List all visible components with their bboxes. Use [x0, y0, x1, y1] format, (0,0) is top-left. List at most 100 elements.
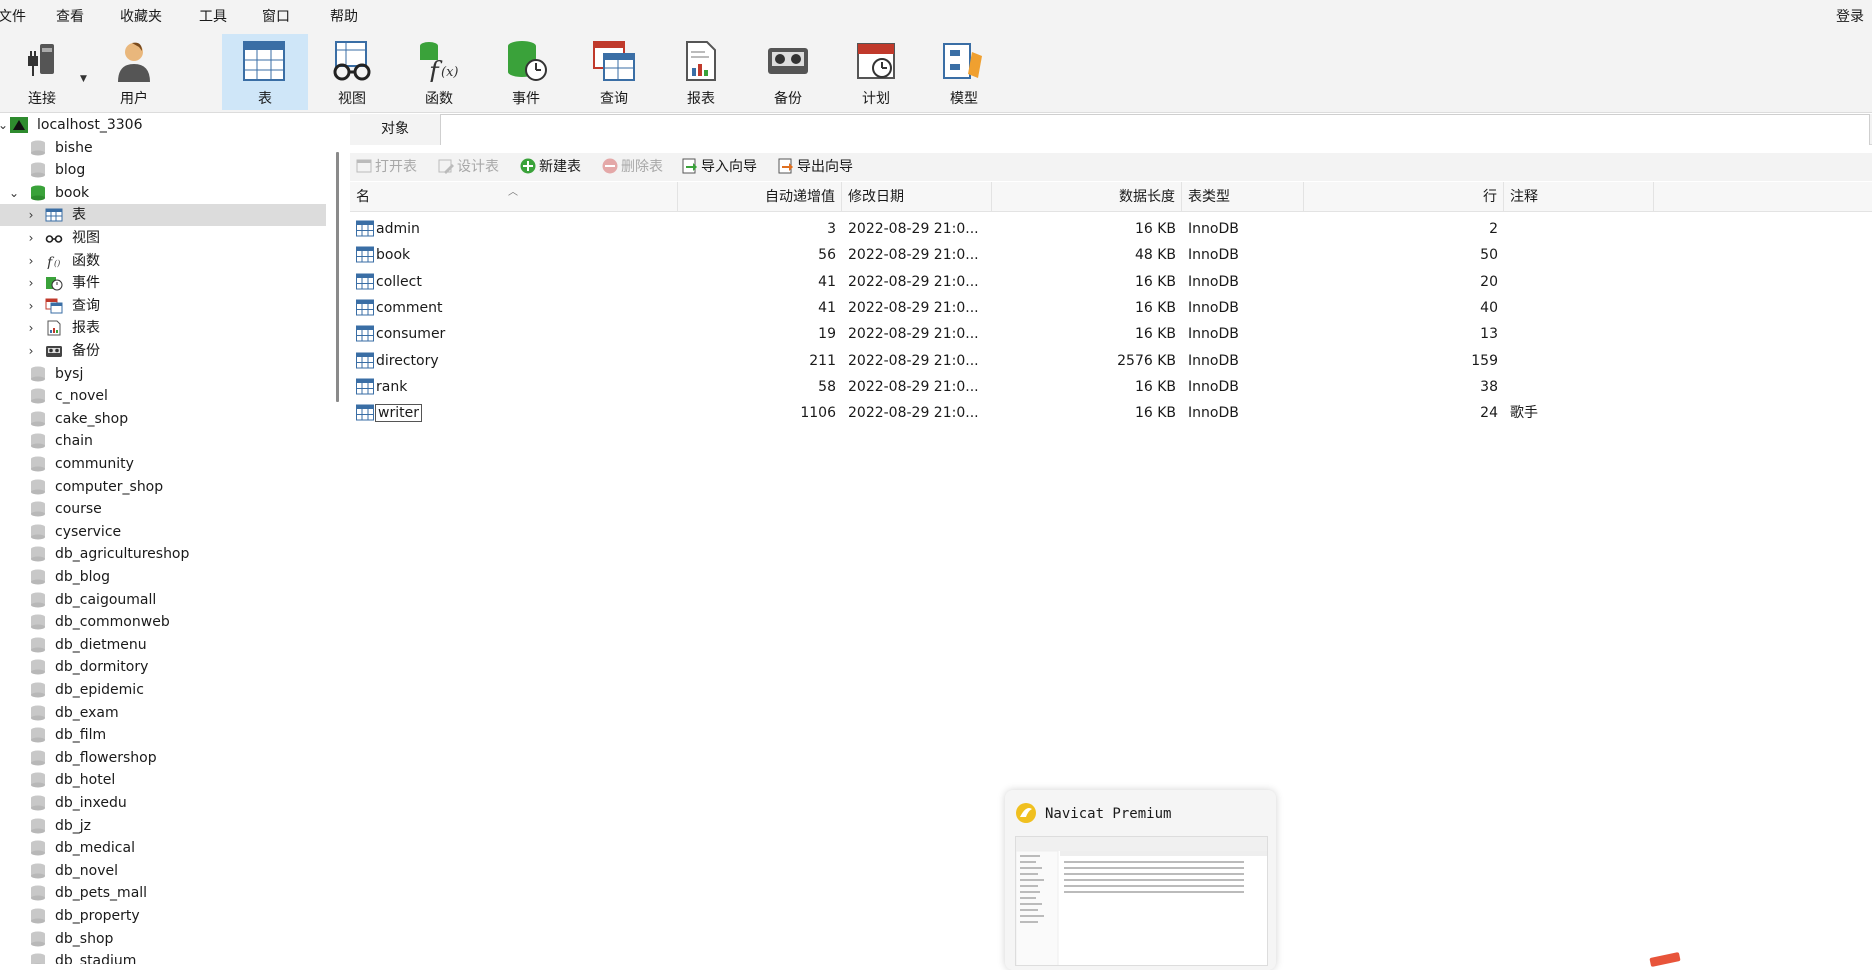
- tree-database[interactable]: blog: [0, 159, 326, 181]
- table-row[interactable]: consumer 19 2022-08-29 21:0... 16 KB InnoDB 1…: [350, 321, 1872, 347]
- cell-name[interactable]: collect: [350, 269, 678, 295]
- menu-view[interactable]: 查看: [56, 6, 84, 26]
- menu-tools[interactable]: 工具: [199, 6, 227, 26]
- tree-object-group[interactable]: › 查询: [0, 295, 326, 317]
- tree-database[interactable]: db_caigoumall: [0, 589, 326, 611]
- tree-database[interactable]: db_film: [0, 724, 326, 746]
- tree-database[interactable]: course: [0, 498, 326, 520]
- sidebar-scrollbar[interactable]: [336, 152, 339, 402]
- toolbar-connect-button[interactable]: ▼ 连接: [0, 34, 87, 110]
- tree-database[interactable]: computer_shop: [0, 476, 326, 498]
- menu-help[interactable]: 帮助: [330, 6, 358, 26]
- chevron-right-icon[interactable]: ›: [24, 250, 38, 272]
- tree-object-group[interactable]: › 备份: [0, 340, 326, 362]
- tree-database[interactable]: chain: [0, 430, 326, 452]
- menu-file[interactable]: 文件: [0, 6, 26, 26]
- cell-name[interactable]: rank: [350, 374, 678, 400]
- menu-window[interactable]: 窗口: [262, 6, 290, 26]
- new-table-button[interactable]: 新建表: [520, 156, 581, 178]
- cell-name[interactable]: directory: [350, 348, 678, 374]
- tree-database[interactable]: db_agricultureshop: [0, 543, 326, 565]
- col-comment[interactable]: 注释: [1504, 182, 1654, 212]
- tree-database[interactable]: db_stadium: [0, 950, 326, 964]
- chevron-down-icon[interactable]: ⌄: [7, 182, 21, 204]
- tree-database[interactable]: db_hotel: [0, 769, 326, 791]
- col-data-length[interactable]: 数据长度: [992, 182, 1182, 212]
- toolbar-model-button[interactable]: 模型: [922, 34, 1006, 110]
- table-row[interactable]: admin 3 2022-08-29 21:0... 16 KB InnoDB 2: [350, 216, 1872, 242]
- chevron-down-icon[interactable]: ▼: [80, 74, 87, 84]
- tree-database[interactable]: db_commonweb: [0, 611, 326, 633]
- tree-database[interactable]: db_inxedu: [0, 792, 326, 814]
- tree-object-group[interactable]: › 视图: [0, 227, 326, 249]
- chevron-down-icon[interactable]: ⌄: [0, 114, 10, 136]
- tree-database[interactable]: db_pets_mall: [0, 882, 326, 904]
- table-row[interactable]: writer 1106 2022-08-29 21:0... 16 KB InnoDB 2…: [350, 400, 1872, 426]
- chevron-right-icon[interactable]: ›: [24, 340, 38, 362]
- cell-name[interactable]: admin: [350, 216, 678, 242]
- tree-database[interactable]: db_jz: [0, 815, 326, 837]
- table-row[interactable]: collect 41 2022-08-29 21:0... 16 KB InnoDB 20: [350, 269, 1872, 295]
- import-wizard-button[interactable]: 导入向导: [682, 156, 757, 178]
- chevron-right-icon[interactable]: ›: [24, 272, 38, 294]
- delete-table-button[interactable]: 删除表: [602, 156, 663, 178]
- export-wizard-button[interactable]: 导出向导: [778, 156, 853, 178]
- toolbar-report-button[interactable]: 报表: [659, 34, 743, 110]
- window-thumbnail[interactable]: [1015, 836, 1268, 966]
- tree-database[interactable]: db_shop: [0, 928, 326, 950]
- chevron-right-icon[interactable]: ›: [24, 204, 38, 226]
- toolbar-user-button[interactable]: 用户: [92, 34, 176, 110]
- tree-database[interactable]: cake_shop: [0, 408, 326, 430]
- tree-object-group[interactable]: › 表: [0, 204, 326, 226]
- tree-object-group[interactable]: › 报表: [0, 317, 326, 339]
- tree-database[interactable]: db_flowershop: [0, 747, 326, 769]
- tree-database[interactable]: db_dormitory: [0, 656, 326, 678]
- toolbar-event-button[interactable]: 事件: [484, 34, 568, 110]
- tree-database[interactable]: community: [0, 453, 326, 475]
- table-row[interactable]: rank 58 2022-08-29 21:0... 16 KB InnoDB 38: [350, 374, 1872, 400]
- toolbar-backup-button[interactable]: 备份: [746, 34, 830, 110]
- col-modified-date[interactable]: 修改日期: [842, 182, 992, 212]
- toolbar-view-button[interactable]: 视图: [310, 34, 394, 110]
- col-table-type[interactable]: 表类型: [1182, 182, 1304, 212]
- tree-database[interactable]: db_property: [0, 905, 326, 927]
- tree-database[interactable]: bishe: [0, 137, 326, 159]
- tree-database[interactable]: db_dietmenu: [0, 634, 326, 656]
- tree-database[interactable]: db_novel: [0, 860, 326, 882]
- tree-database[interactable]: bysj: [0, 363, 326, 385]
- table-row[interactable]: directory 211 2022-08-29 21:0... 2576 KB Inn…: [350, 348, 1872, 374]
- tree-object-group[interactable]: › f() 函数: [0, 250, 326, 272]
- cell-name[interactable]: book: [350, 242, 678, 268]
- chevron-right-icon[interactable]: ›: [24, 317, 38, 339]
- toolbar-function-button[interactable]: f (x) 函数: [397, 34, 481, 110]
- toolbar-table-button[interactable]: 表: [222, 34, 308, 110]
- tree-database[interactable]: db_epidemic: [0, 679, 326, 701]
- cell-name[interactable]: comment: [350, 295, 678, 321]
- login-button[interactable]: 登录: [1836, 6, 1864, 26]
- design-table-button[interactable]: 设计表: [438, 156, 499, 178]
- toolbar-schedule-button[interactable]: 计划: [834, 34, 918, 110]
- tree-database[interactable]: c_novel: [0, 385, 326, 407]
- tree-object-group-label: 备份: [72, 343, 100, 359]
- open-table-button[interactable]: 打开表: [356, 156, 417, 178]
- col-name[interactable]: 名 ︿: [350, 182, 678, 212]
- tree-connection[interactable]: ⌄ localhost_3306: [0, 114, 326, 136]
- cell-name[interactable]: consumer: [350, 321, 678, 347]
- tree-database[interactable]: db_blog: [0, 566, 326, 588]
- tree-database[interactable]: ⌄ book: [0, 182, 326, 204]
- col-auto-increment[interactable]: 自动递增值: [678, 182, 842, 212]
- tab-objects[interactable]: 对象: [350, 114, 440, 145]
- menu-favorites[interactable]: 收藏夹: [120, 6, 162, 26]
- chevron-right-icon[interactable]: ›: [24, 295, 38, 317]
- chevron-right-icon[interactable]: ›: [24, 227, 38, 249]
- col-rows[interactable]: 行: [1304, 182, 1504, 212]
- table-row[interactable]: book 56 2022-08-29 21:0... 48 KB InnoDB 50: [350, 242, 1872, 268]
- tree-database[interactable]: db_exam: [0, 702, 326, 724]
- tree-database[interactable]: cyservice: [0, 521, 326, 543]
- tree-database[interactable]: db_medical: [0, 837, 326, 859]
- table-row[interactable]: comment 41 2022-08-29 21:0... 16 KB InnoDB 40: [350, 295, 1872, 321]
- cell-name[interactable]: writer: [350, 400, 678, 426]
- taskbar-preview-popup[interactable]: Navicat Premium: [1005, 790, 1276, 970]
- tree-object-group[interactable]: › 事件: [0, 272, 326, 294]
- toolbar-query-button[interactable]: 查询: [572, 34, 656, 110]
